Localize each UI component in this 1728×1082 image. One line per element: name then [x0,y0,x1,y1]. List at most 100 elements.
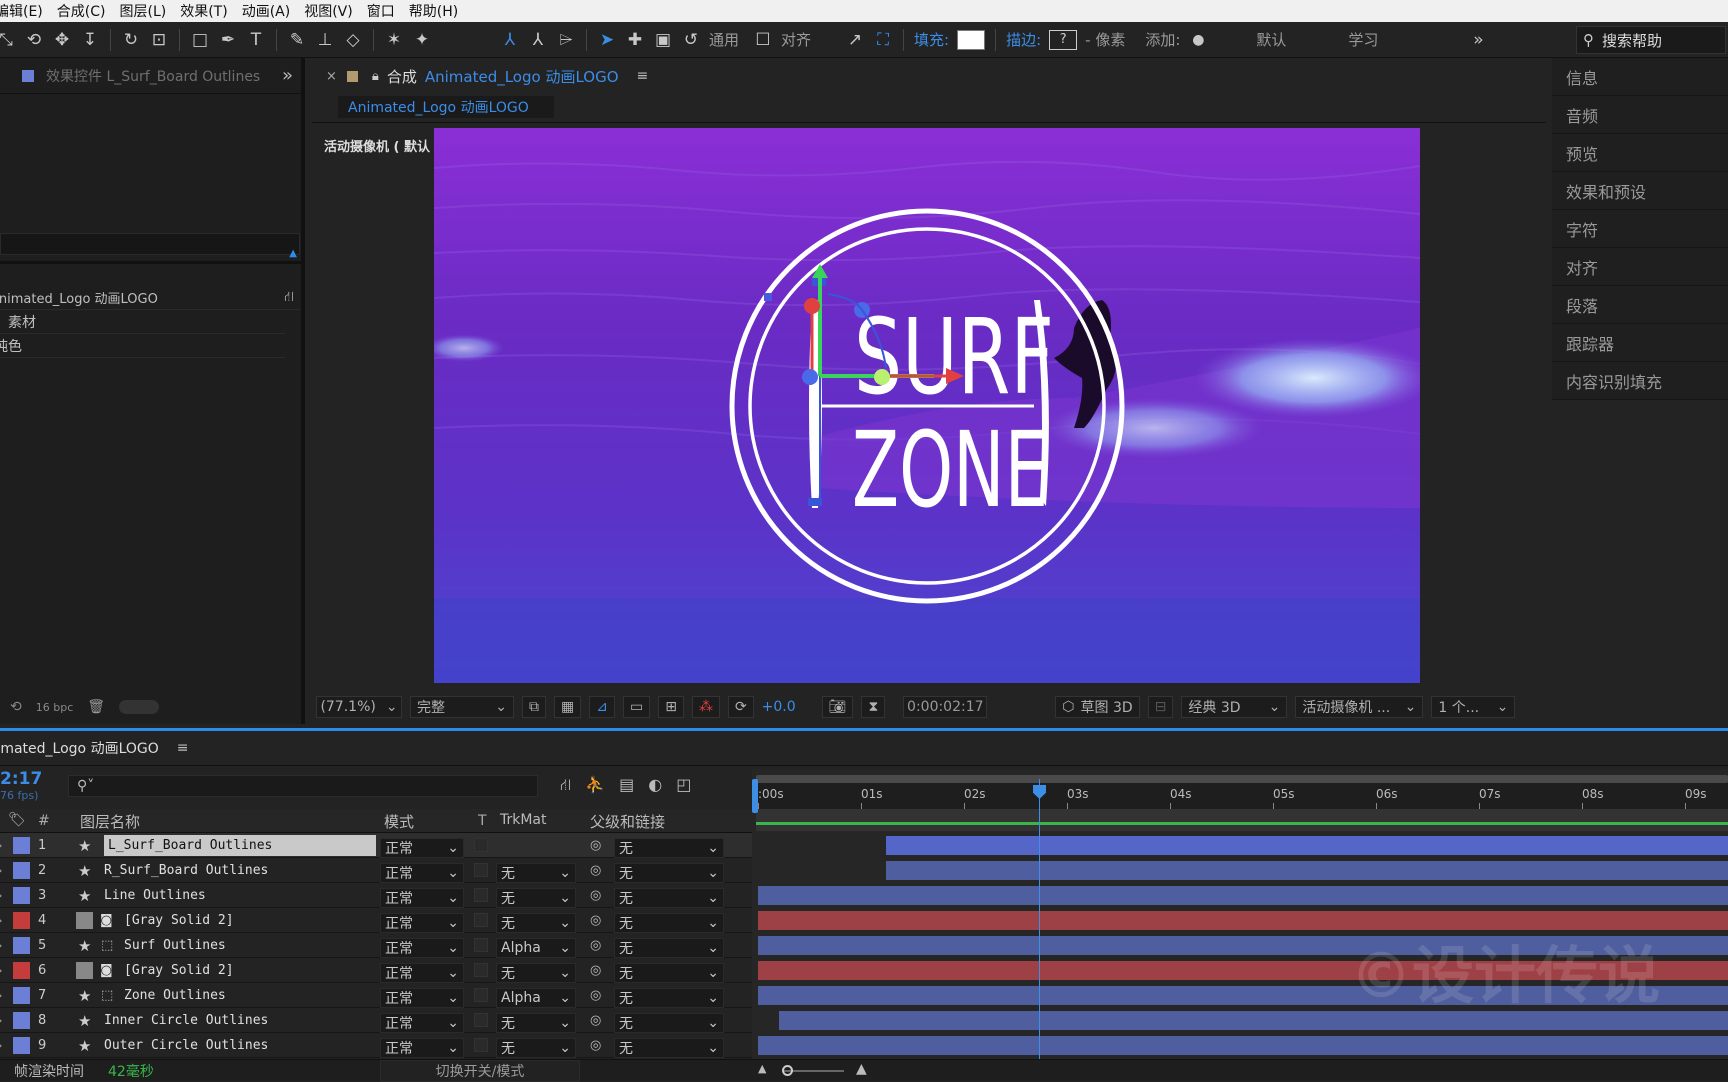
zoom-select[interactable]: (77.1%) ⌄ [316,696,402,718]
text-tool-icon[interactable]: T [242,26,270,54]
rectangle-tool-icon[interactable]: □ [186,26,214,54]
hand-tool-icon[interactable]: ⤡ [0,26,20,54]
puppet-pin-icon[interactable]: ✦ [408,26,436,54]
search-help-input[interactable]: ⚲ 搜索帮助 [1576,26,1726,54]
world-axis-icon[interactable]: ⅄ [524,26,552,54]
align-checkbox-icon[interactable]: ☐ [749,26,777,54]
timecode-display[interactable]: 0:00:02:17 [903,696,988,718]
layer-duration-bar[interactable] [758,1036,1728,1055]
fill-swatch[interactable] [957,29,986,50]
panel-character[interactable]: 字符 [1552,210,1728,248]
menu-animation[interactable]: 动画(A) [235,1,298,21]
layer-row[interactable]: ›5★⬚Surf Outlines正常⌄Alpha⌄◎无⌄ [0,933,752,958]
blend-mode-select[interactable]: 正常 ⌄ [380,887,464,908]
local-axis-icon[interactable]: ⅄ [496,26,524,54]
layer-name[interactable]: L_Surf_Board Outlines [104,835,376,856]
comp-tab[interactable]: × 🔒︎ 合成 Animated_Logo 动画LOGO ≡ [312,58,1546,94]
workspace-learn[interactable]: 学习 [1344,29,1464,50]
label-tag-icon[interactable]: 🏷︎ [8,812,26,828]
work-area-bar[interactable] [756,775,1728,783]
parent-select[interactable]: 无 ⌄ [614,887,724,908]
mask-visibility-icon[interactable]: ⊿ [589,696,615,718]
layer-name[interactable]: Inner Circle Outlines [104,1008,268,1033]
pan-tool-icon[interactable]: ✥ [48,26,76,54]
menu-window[interactable]: 窗口 [360,1,402,21]
layer-duration-bar[interactable] [885,836,1728,855]
layer-duration-bar[interactable] [885,861,1728,880]
roto-brush-icon[interactable]: ✶ [380,26,408,54]
effect-controls-tab[interactable]: 效果控件 L_Surf_Board Outlines » [0,58,301,94]
preserve-transparency-checkbox[interactable] [474,888,488,902]
expand-arrow-icon[interactable]: › [0,1033,2,1058]
panel-tracker[interactable]: 跟踪器 [1552,324,1728,362]
menu-help[interactable]: 帮助(H) [402,1,465,21]
viewer-canvas[interactable]: SURF ZONE [434,128,1420,683]
flowchart-icon[interactable]: ⛙ [284,289,294,307]
parent-select[interactable]: 无 ⌄ [614,1012,724,1033]
bpc-button[interactable]: 16 bpc [36,701,74,714]
layer-duration-bar[interactable] [758,886,1728,905]
preserve-transparency-checkbox[interactable] [474,1038,488,1052]
project-search-field[interactable] [0,233,300,255]
project-item[interactable]: 素材 [0,310,285,334]
motion-blur-icon[interactable]: ◐ [648,775,662,796]
layer-color-label[interactable] [13,912,30,929]
panel-menu-icon[interactable]: ≡ [637,68,649,84]
scroll-up-icon[interactable]: ▲ [289,248,297,259]
timeline-tab[interactable]: Animated_Logo 动画LOGO ≡ [0,731,189,765]
layer-name[interactable]: Line Outlines [104,883,206,908]
pick-whip-icon[interactable]: ◎ [590,858,601,883]
brush-tool-icon[interactable]: ✎ [283,26,311,54]
zoom-in-icon[interactable]: ▲ [856,1061,867,1077]
reset-exposure-icon[interactable]: ⟳ [727,696,754,718]
parent-select[interactable]: 无 ⌄ [614,937,724,958]
toggle-switches-modes-button[interactable]: 切换开关/模式 [380,1060,580,1082]
time-ruler[interactable]: :00s 01s 02s 03s 04s 05s 06s 07s 08s 09s [752,783,1728,809]
rotate-tool-icon[interactable]: ↻ [117,26,145,54]
selection-tool-icon[interactable]: ➤ [593,26,621,54]
preserve-transparency-checkbox[interactable] [474,1013,488,1027]
trkmat-select[interactable]: 无 ⌄ [496,1037,576,1058]
panel-audio[interactable]: 音频 [1552,96,1728,134]
grid-guides-icon[interactable]: ⊞ [658,696,684,718]
blend-mode-select[interactable]: 正常 ⌄ [380,962,464,983]
transparency-grid-icon[interactable]: ▦ [554,696,582,718]
pick-whip-icon[interactable]: ◎ [590,933,601,958]
trkmat-select[interactable]: 无 ⌄ [496,862,576,883]
renderer-select[interactable]: 经典 3D ⌄ [1181,696,1288,718]
layer-color-label[interactable] [13,887,30,904]
layer-color-label[interactable] [13,962,30,979]
layer-row[interactable]: ›8★Inner Circle Outlines正常⌄无⌄◎无⌄ [0,1008,752,1033]
fill-label[interactable]: 填充: [910,29,953,50]
blend-mode-select[interactable]: 正常 ⌄ [380,837,464,858]
stroke-swatch[interactable]: ? [1049,29,1078,50]
panel-align[interactable]: 对齐 [1552,248,1728,286]
footer-slider[interactable] [119,700,160,714]
project-item[interactable]: Animated_Logo 动画LOGO ⛙ [0,286,300,310]
trkmat-select[interactable]: 无 ⌄ [496,912,576,933]
layer-row[interactable]: ›6◙[Gray Solid 2]正常⌄无⌄◎无⌄ [0,958,752,983]
layer-row[interactable]: ›9★Outer Circle Outlines正常⌄无⌄◎无⌄ [0,1033,752,1058]
layer-name[interactable]: Zone Outlines [124,983,226,1008]
layer-color-label[interactable] [13,937,30,954]
blend-mode-select[interactable]: 正常 ⌄ [380,912,464,933]
transform-box-icon[interactable]: ▣ [649,26,677,54]
interpret-icon[interactable]: ⟲ [10,699,22,715]
trkmat-select[interactable]: 无 ⌄ [496,887,576,908]
add-button-icon[interactable]: ● [1184,26,1212,54]
show-snapshot-icon[interactable]: ⧗ [861,696,886,718]
menu-view[interactable]: 视图(V) [297,1,360,21]
more-workspaces-icon[interactable]: » [1464,26,1492,54]
preserve-transparency-checkbox[interactable] [474,963,488,977]
stamp-tool-icon[interactable]: ⊥ [311,26,339,54]
blend-mode-select[interactable]: 正常 ⌄ [380,1012,464,1033]
rotate-3d-icon[interactable]: ↺ [677,26,705,54]
channel-icon[interactable]: ⁂ [691,696,720,718]
parent-select[interactable]: 无 ⌄ [614,1037,724,1058]
pick-whip-icon[interactable]: ◎ [590,983,601,1008]
expand-arrow-icon[interactable]: › [0,958,2,983]
zoom-out-icon[interactable]: ▲ [758,1062,766,1075]
comp-flowchart-icon[interactable]: ⛙ [560,775,571,796]
panel-effects-presets[interactable]: 效果和预设 [1552,172,1728,210]
blend-mode-select[interactable]: 正常 ⌄ [380,862,464,883]
